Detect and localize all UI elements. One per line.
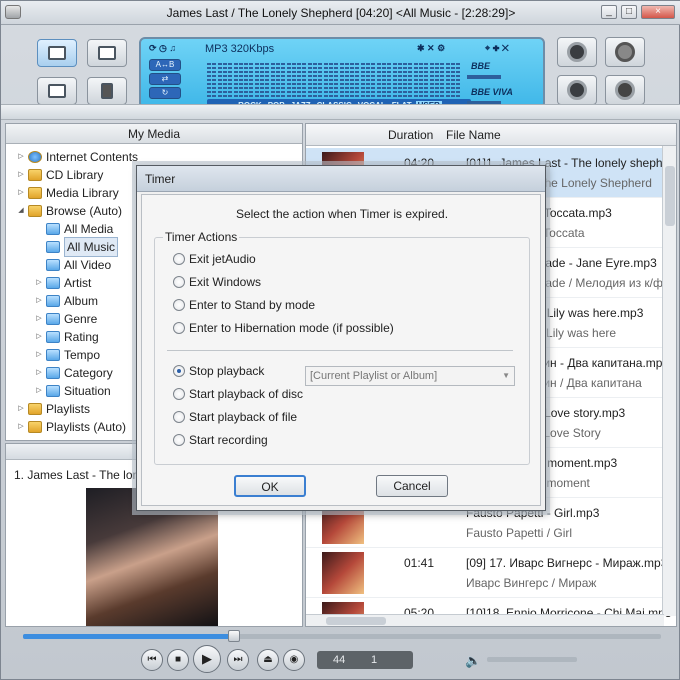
timer-actions-group: Timer Actions Exit jetAudio Exit Windows E… (154, 230, 530, 465)
radio-option[interactable]: Start playback of disc (173, 387, 303, 401)
radio-icon[interactable] (173, 299, 185, 311)
dialog-message: Select the action when Timer is expired. (235, 207, 449, 221)
dialog-title: Timer (137, 166, 545, 192)
radio-label: Start playback of file (189, 410, 298, 424)
radio-icon[interactable] (173, 276, 185, 288)
group-label: Timer Actions (163, 230, 240, 244)
radio-option[interactable]: Stop playback (173, 364, 264, 378)
radio-label: Start playback of disc (189, 387, 304, 401)
radio-option[interactable]: Enter to Stand by mode (173, 298, 315, 312)
radio-option[interactable]: Exit jetAudio (173, 252, 256, 266)
radio-option[interactable]: Start playback of file (173, 410, 297, 424)
radio-option[interactable]: Start recording (173, 433, 268, 447)
file-select-value: [Current Playlist or Album] (310, 370, 438, 382)
dialog-overlay: Timer Select the action when Timer is ex… (0, 0, 680, 680)
radio-label: Enter to Hibernation mode (if possible) (189, 321, 394, 335)
cancel-button[interactable]: Cancel (376, 475, 448, 497)
dropdown-arrow-icon: ▼ (502, 371, 510, 380)
dialog-body: Select the action when Timer is expired.… (141, 194, 541, 506)
file-select[interactable]: [Current Playlist or Album] ▼ (305, 366, 515, 386)
radio-option[interactable]: Enter to Hibernation mode (if possible) (173, 321, 394, 335)
radio-option[interactable]: Exit Windows (173, 275, 261, 289)
separator (167, 350, 513, 351)
radio-icon[interactable] (173, 411, 185, 423)
radio-icon[interactable] (173, 434, 185, 446)
ok-button[interactable]: OK (234, 475, 306, 497)
radio-icon[interactable] (173, 253, 185, 265)
radio-label: Exit jetAudio (189, 252, 256, 266)
radio-label: Exit Windows (189, 275, 262, 289)
radio-icon[interactable] (173, 388, 185, 400)
timer-dialog: Timer Select the action when Timer is ex… (136, 165, 546, 511)
radio-label: Start recording (189, 433, 268, 447)
radio-label: Enter to Stand by mode (189, 298, 316, 312)
radio-label: Stop playback (189, 364, 265, 378)
radio-icon[interactable] (173, 322, 185, 334)
radio-icon[interactable] (173, 365, 185, 377)
